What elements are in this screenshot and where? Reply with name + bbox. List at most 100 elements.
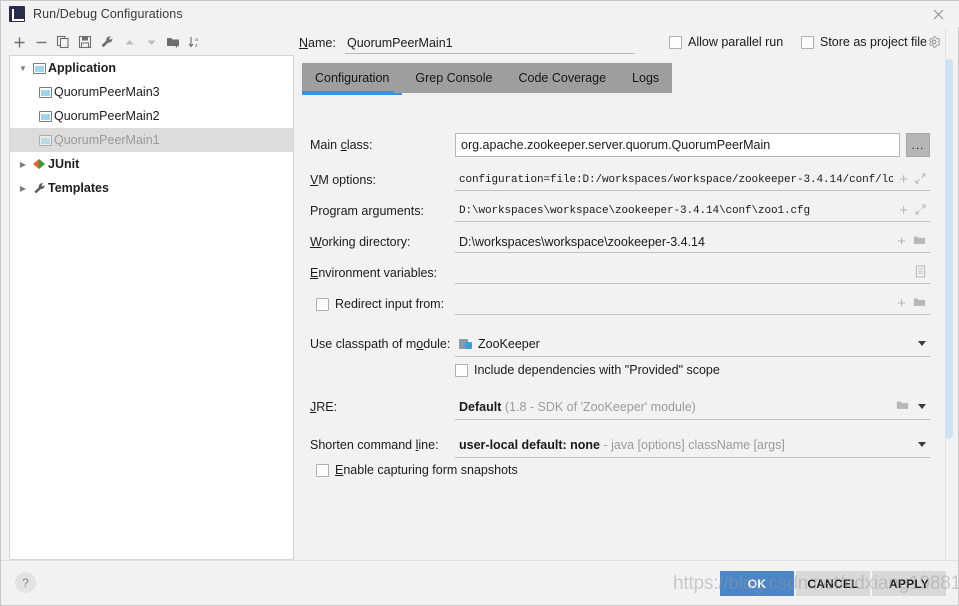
use-classpath-of-module-label: Use classpath of module: [310, 337, 451, 351]
allow-parallel-run-label: Allow parallel run [688, 35, 784, 49]
checkbox-box[interactable] [801, 35, 814, 49]
twisty-collapsed-icon[interactable]: ▶ [16, 184, 30, 193]
program-arguments-row: Program arguments: D:\workspaces\workspa… [310, 200, 930, 222]
remove-configuration-button[interactable] [31, 32, 51, 52]
insert-macro-icon[interactable]: + [897, 296, 906, 311]
redirect-input-checkbox[interactable]: Redirect input from: [310, 297, 455, 311]
browse-folder-icon[interactable] [913, 296, 926, 311]
main-class-input[interactable]: org.apache.zookeeper.server.quorum.Quoru… [455, 133, 900, 157]
store-as-project-file-checkbox[interactable]: Store as project file [801, 35, 927, 49]
title-bar: Run/Debug Configurations [1, 1, 959, 27]
environment-variables-input[interactable] [455, 262, 930, 284]
main-class-value: org.apache.zookeeper.server.quorum.Quoru… [461, 138, 771, 152]
tab-configuration[interactable]: Configuration [302, 63, 403, 95]
name-label: Name: [299, 36, 336, 50]
jre-combo[interactable]: Default (1.8 - SDK of 'ZooKeeper' module… [455, 394, 930, 420]
close-icon[interactable] [916, 1, 959, 27]
tree-item-label: QuorumPeerMain2 [54, 109, 160, 123]
enable-form-snapshots-checkbox[interactable]: Enable capturing form snapshots [316, 463, 518, 477]
tree-item-application[interactable]: ▼ Application [10, 56, 293, 80]
window-title: Run/Debug Configurations [33, 7, 183, 21]
help-button[interactable]: ? [15, 572, 36, 593]
vm-options-input[interactable]: configuration=file:D:/workspaces/workspa… [455, 169, 930, 191]
tree-item-label: QuorumPeerMain3 [54, 85, 160, 99]
ok-button[interactable]: OK [720, 571, 794, 596]
include-provided-scope-checkbox[interactable]: Include dependencies with "Provided" sco… [455, 363, 720, 377]
twisty-expanded-icon[interactable]: ▼ [16, 64, 30, 73]
apply-label: APPLY [889, 576, 929, 591]
vertical-scrollbar-thumb[interactable] [945, 59, 953, 439]
insert-macro-icon[interactable]: + [899, 203, 908, 218]
name-input[interactable] [345, 32, 635, 54]
tree-item-label: QuorumPeerMain1 [54, 133, 160, 147]
move-up-button[interactable] [119, 32, 139, 52]
checkbox-box[interactable] [316, 463, 329, 477]
shorten-command-line-value: user-local default: none [459, 437, 600, 452]
use-classpath-of-module-row: Use classpath of module: ZooKeeper [310, 331, 930, 357]
tab-label: Grep Console [415, 71, 493, 85]
twisty-collapsed-icon[interactable]: ▶ [16, 160, 30, 169]
include-provided-scope-label: Include dependencies with "Provided" sco… [474, 363, 720, 377]
allow-parallel-run-checkbox[interactable]: Allow parallel run [669, 35, 783, 49]
tree-item-junit[interactable]: ▶ JUnit [10, 152, 293, 176]
insert-macro-icon[interactable]: + [897, 234, 906, 249]
tab-logs[interactable]: Logs [619, 63, 672, 93]
checkbox-box[interactable] [316, 297, 329, 311]
redirect-input-field[interactable]: + [455, 293, 930, 315]
expand-editor-icon[interactable] [915, 203, 926, 218]
move-down-button[interactable] [141, 32, 161, 52]
checkbox-box[interactable] [455, 363, 468, 377]
tab-grep-console[interactable]: Grep Console [402, 63, 505, 93]
tab-label: Configuration [315, 71, 390, 85]
chevron-down-icon[interactable] [918, 341, 926, 346]
intellij-idea-icon [9, 6, 25, 22]
configuration-form: Main class: org.apache.zookeeper.server.… [302, 97, 934, 560]
use-classpath-of-module-value: ZooKeeper [478, 336, 540, 351]
application-icon [36, 86, 54, 98]
browse-jre-folder-icon[interactable] [896, 399, 909, 414]
sort-configurations-button[interactable]: az [185, 32, 205, 52]
working-directory-input[interactable]: D:\workspaces\workspace\zookeeper-3.4.14… [455, 231, 930, 253]
main-class-browse-button[interactable]: ... [906, 133, 930, 157]
program-arguments-input[interactable]: D:\workspaces\workspace\zookeeper-3.4.14… [455, 200, 930, 222]
tab-label: Code Coverage [518, 71, 607, 85]
working-directory-adornments: + [891, 234, 926, 249]
vm-options-adornments: + [893, 172, 926, 187]
chevron-down-icon[interactable] [918, 442, 926, 447]
edit-variables-icon[interactable] [915, 264, 926, 281]
save-configuration-button[interactable] [75, 32, 95, 52]
include-provided-scope-row: Include dependencies with "Provided" sco… [455, 363, 720, 377]
tab-code-coverage[interactable]: Code Coverage [505, 63, 619, 93]
redirect-input-row: Redirect input from: + [310, 293, 930, 315]
redirect-input-adornments: + [891, 296, 926, 311]
shorten-command-line-combo[interactable]: user-local default: none - java [options… [455, 432, 930, 458]
cancel-button[interactable]: CANCEL [796, 571, 870, 596]
vm-options-label: VM options: [310, 173, 377, 187]
copy-configuration-button[interactable] [53, 32, 73, 52]
add-configuration-button[interactable] [9, 32, 29, 52]
configurations-toolbar: az [9, 29, 294, 55]
create-folder-button[interactable] [163, 32, 183, 52]
chevron-down-icon[interactable] [918, 404, 926, 409]
configurations-tree[interactable]: ▼ Application QuorumPeerMain3 QuorumPeer… [9, 55, 294, 560]
environment-variables-row: Environment variables: [310, 262, 930, 284]
working-directory-value: D:\workspaces\workspace\zookeeper-3.4.14 [459, 234, 705, 249]
environment-variables-adornments [909, 264, 926, 281]
tree-item-quorumpeermain1[interactable]: QuorumPeerMain1 [10, 128, 293, 152]
browse-folder-icon[interactable] [913, 234, 926, 249]
tree-item-quorumpeermain2[interactable]: QuorumPeerMain2 [10, 104, 293, 128]
help-label: ? [22, 575, 29, 590]
shorten-command-line-row: Shorten command line: user-local default… [310, 432, 930, 458]
expand-editor-icon[interactable] [915, 172, 926, 187]
edit-templates-wrench-icon[interactable] [97, 32, 117, 52]
tree-item-quorumpeermain3[interactable]: QuorumPeerMain3 [10, 80, 293, 104]
gear-icon[interactable] [927, 35, 941, 52]
insert-macro-icon[interactable]: + [899, 172, 908, 187]
use-classpath-of-module-combo[interactable]: ZooKeeper [455, 331, 930, 357]
checkbox-box[interactable] [669, 35, 682, 49]
apply-button[interactable]: APPLY [872, 571, 946, 596]
junit-icon [30, 159, 48, 169]
editor-tabs[interactable]: Configuration Grep Console Code Coverage… [302, 63, 673, 95]
tree-item-templates[interactable]: ▶ Templates [10, 176, 293, 200]
jre-value: Default [459, 399, 502, 414]
